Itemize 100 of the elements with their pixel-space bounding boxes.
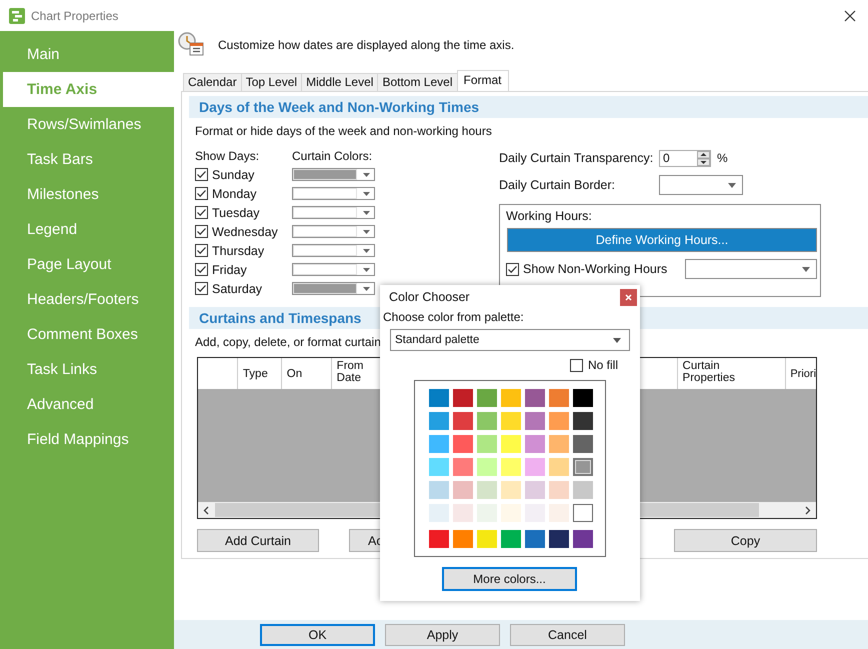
color-swatch[interactable] (501, 435, 521, 453)
color-swatch[interactable] (501, 458, 521, 476)
day-label: Monday (212, 186, 256, 200)
color-swatch[interactable] (525, 435, 545, 453)
color-dropdown[interactable] (292, 187, 375, 200)
popup-title: Color Chooser (389, 290, 470, 304)
day-label: Thursday (212, 244, 264, 258)
color-swatch[interactable] (501, 412, 521, 430)
curtain-action-button[interactable]: Add Curtain (197, 529, 319, 552)
tab[interactable]: Top Level (240, 73, 302, 91)
color-swatch[interactable] (549, 412, 569, 430)
column-header[interactable]: Priori (786, 358, 816, 389)
color-swatch[interactable] (477, 435, 497, 453)
scroll-right-icon[interactable] (805, 506, 811, 514)
checkbox[interactable] (195, 187, 208, 200)
caret-icon (363, 210, 370, 214)
color-swatch[interactable] (429, 530, 449, 548)
checkbox[interactable] (506, 262, 519, 276)
border-dropdown[interactable] (659, 175, 743, 195)
color-swatch[interactable] (429, 504, 449, 522)
column-label: Curtain Colors: (292, 148, 374, 162)
intro-text: Customize how dates are displayed along the time axis. (218, 38, 514, 52)
color-swatch[interactable] (453, 389, 473, 407)
group-title: Working Hours: (506, 209, 593, 223)
window-title: Chart Properties (31, 8, 120, 22)
close-icon[interactable] (844, 10, 856, 22)
color-swatch[interactable] (573, 435, 593, 453)
color-dropdown[interactable] (292, 282, 375, 295)
color-swatch[interactable] (573, 389, 593, 407)
color-swatch[interactable] (429, 412, 449, 430)
checkbox[interactable] (195, 282, 208, 295)
color-swatch[interactable] (573, 481, 593, 499)
checkbox[interactable] (195, 244, 208, 257)
tab[interactable]: Format (456, 70, 509, 91)
color-swatch[interactable] (549, 435, 569, 453)
color-swatch[interactable] (525, 481, 545, 499)
clock-calendar-icon (178, 32, 204, 56)
color-swatch[interactable] (453, 412, 473, 430)
dialog-button[interactable]: Cancel (510, 624, 625, 646)
spin-field[interactable]: 0 (659, 150, 711, 166)
color-dropdown[interactable] (292, 206, 375, 219)
color-swatch[interactable] (573, 504, 593, 522)
color-swatch[interactable] (573, 530, 593, 548)
color-swatch[interactable] (477, 481, 497, 499)
color-swatch[interactable] (453, 481, 473, 499)
color-swatch[interactable] (429, 435, 449, 453)
color-swatch[interactable] (549, 530, 569, 548)
color-swatch[interactable] (477, 389, 497, 407)
column-label: Show Days: (195, 148, 260, 162)
color-dropdown[interactable] (292, 225, 375, 238)
checkbox[interactable] (195, 225, 208, 238)
define-working-hours-button[interactable]: Define Working Hours... (507, 228, 817, 252)
color-swatch[interactable] (573, 458, 593, 476)
color-dropdown[interactable] (292, 263, 375, 276)
color-swatch[interactable] (501, 530, 521, 548)
color-swatch[interactable] (453, 435, 473, 453)
scroll-left-icon[interactable] (203, 506, 209, 514)
checkbox-label: No fill (588, 358, 618, 372)
color-swatch[interactable] (573, 412, 593, 430)
color-dropdown[interactable] (292, 244, 375, 257)
section-header: Days of the Week and Non-Working Times (189, 96, 868, 118)
tab[interactable]: Bottom Level (377, 73, 458, 91)
palette-dropdown[interactable]: Standard palette (390, 329, 630, 351)
color-swatch[interactable] (549, 481, 569, 499)
color-swatch[interactable] (525, 412, 545, 430)
checkbox[interactable] (195, 168, 208, 181)
curtain-action-button[interactable]: Copy (674, 529, 817, 552)
color-swatch[interactable] (525, 458, 545, 476)
color-swatch[interactable] (453, 530, 473, 548)
color-swatch[interactable] (549, 458, 569, 476)
color-swatch[interactable] (477, 530, 497, 548)
app-icon (9, 8, 25, 24)
day-label: Sunday (212, 168, 254, 182)
color-swatch[interactable] (429, 389, 449, 407)
dialog-button[interactable]: Apply (385, 624, 500, 646)
color-swatch[interactable] (477, 412, 497, 430)
checkbox[interactable] (195, 263, 208, 276)
color-swatch[interactable] (429, 458, 449, 476)
tab[interactable]: Calendar (183, 73, 242, 91)
more-colors-button[interactable]: More colors... (442, 567, 577, 591)
checkbox[interactable] (195, 206, 208, 219)
dropdown[interactable] (684, 259, 817, 279)
color-swatch[interactable] (501, 389, 521, 407)
color-swatch[interactable] (525, 389, 545, 407)
unit-label: % (717, 151, 728, 165)
tab[interactable]: Middle Level (301, 73, 378, 91)
color-swatch[interactable] (549, 389, 569, 407)
section-description: Add, copy, delete, or format curtain (195, 335, 381, 351)
color-dropdown[interactable] (292, 168, 375, 181)
day-label: Tuesday (212, 206, 260, 220)
color-swatch[interactable] (477, 458, 497, 476)
color-swatch[interactable] (501, 481, 521, 499)
day-label: Friday (212, 262, 247, 276)
checkbox[interactable] (570, 358, 583, 372)
dialog-button[interactable]: OK (260, 624, 375, 646)
caret-icon (613, 338, 621, 342)
color-swatch[interactable] (525, 530, 545, 548)
color-swatch[interactable] (429, 481, 449, 499)
color-swatch[interactable] (453, 458, 473, 476)
color-swatch[interactable] (453, 504, 473, 522)
